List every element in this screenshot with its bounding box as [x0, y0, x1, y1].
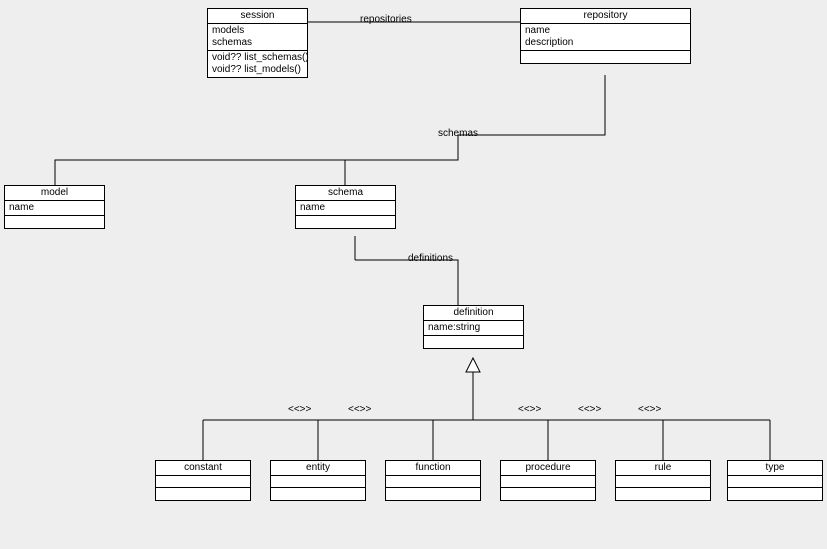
class-definition: definition name:string: [423, 305, 524, 349]
attrs: name: [5, 201, 104, 216]
class-title: session: [208, 9, 307, 24]
attrs: name:string: [424, 321, 523, 336]
assoc-label-definitions: definitions: [408, 253, 453, 264]
class-repository: repository name description: [520, 8, 691, 64]
class-type: type: [727, 460, 823, 501]
class-function: function: [385, 460, 481, 501]
class-title: rule: [616, 461, 710, 476]
attrs: models schemas: [208, 24, 307, 51]
class-title: type: [728, 461, 822, 476]
class-rule: rule: [615, 460, 711, 501]
class-title: schema: [296, 186, 395, 201]
ops: void?? list_schemas() void?? list_models…: [208, 51, 307, 77]
class-title: procedure: [501, 461, 595, 476]
stereotype-label: <<>>: [288, 404, 311, 415]
class-entity: entity: [270, 460, 366, 501]
ops-empty: [521, 51, 690, 63]
attrs: name description: [521, 24, 690, 51]
class-schema: schema name: [295, 185, 396, 229]
class-model: model name: [4, 185, 105, 229]
class-procedure: procedure: [500, 460, 596, 501]
class-title: model: [5, 186, 104, 201]
class-session: session models schemas void?? list_schem…: [207, 8, 308, 78]
ops-empty: [296, 216, 395, 228]
ops-empty: [424, 336, 523, 348]
class-title: repository: [521, 9, 690, 24]
stereotype-label: <<>>: [638, 404, 661, 415]
class-title: definition: [424, 306, 523, 321]
stereotype-label: <<>>: [578, 404, 601, 415]
class-constant: constant: [155, 460, 251, 501]
class-title: entity: [271, 461, 365, 476]
assoc-label-schemas: schemas: [438, 128, 478, 139]
stereotype-label: <<>>: [348, 404, 371, 415]
assoc-label-repositories: repositories: [360, 14, 412, 25]
class-title: constant: [156, 461, 250, 476]
stereotype-label: <<>>: [518, 404, 541, 415]
ops-empty: [5, 216, 104, 228]
attrs: name: [296, 201, 395, 216]
class-title: function: [386, 461, 480, 476]
